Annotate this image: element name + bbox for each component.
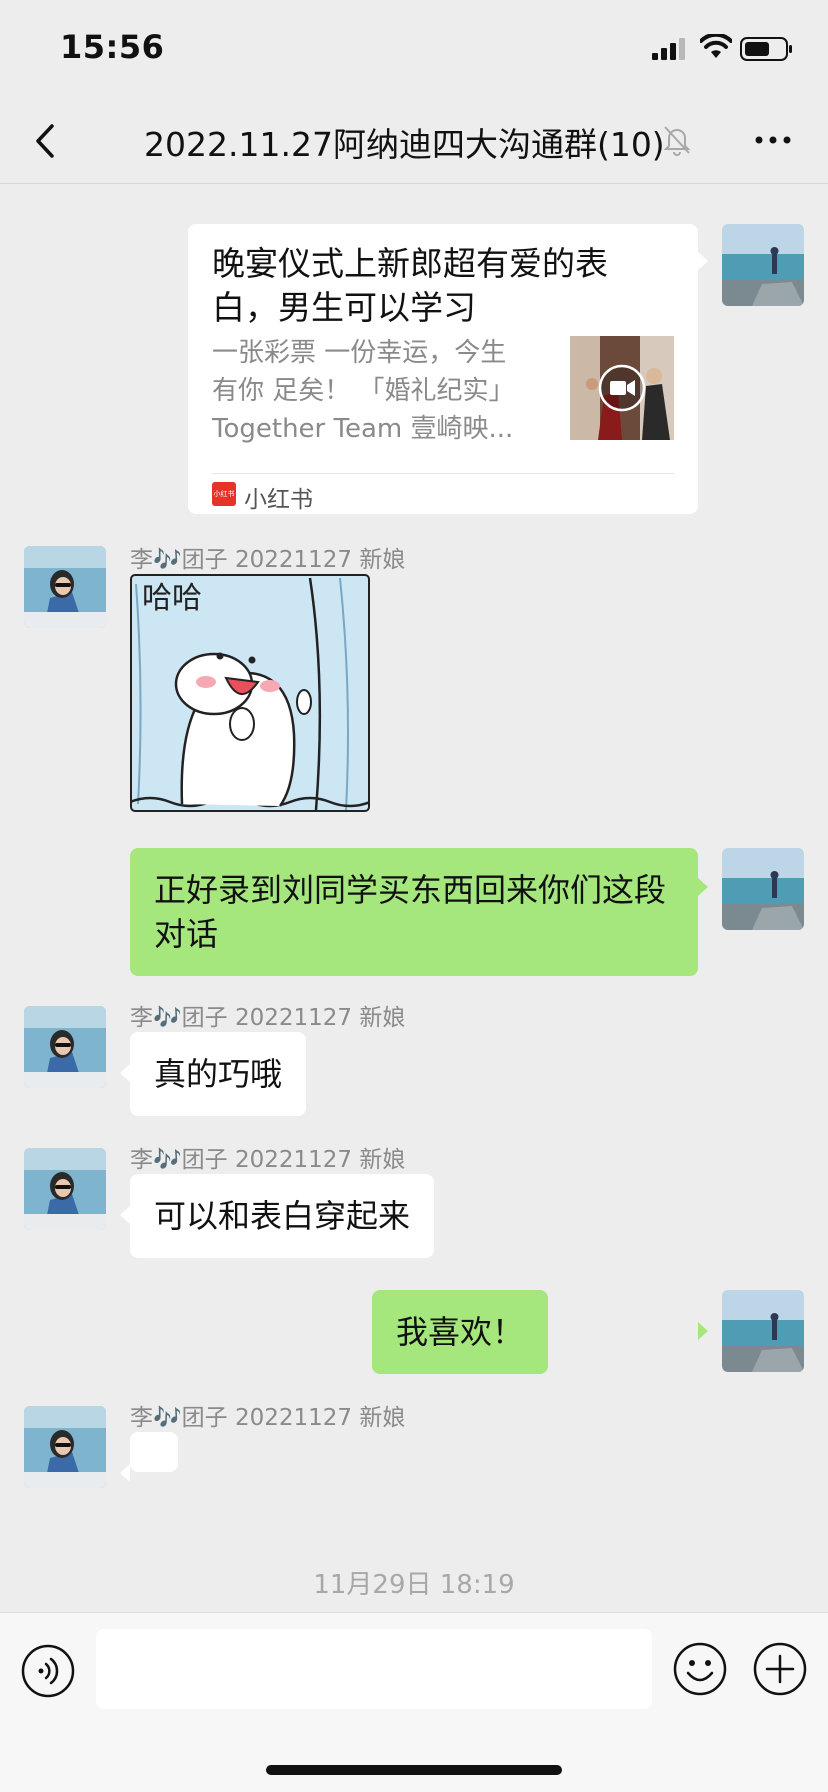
bubble-tail [120, 1464, 130, 1482]
message-text: 真的巧哦 [154, 1055, 283, 1093]
sender-avatar[interactable] [24, 1406, 106, 1488]
incoming-message-bubble[interactable]: 真的巧哦 [130, 1032, 307, 1116]
outgoing-message-bubble[interactable]: 我喜欢！ [372, 1290, 549, 1374]
battery-icon [740, 37, 792, 61]
sender-avatar[interactable] [24, 1006, 106, 1088]
voice-icon[interactable] [20, 1643, 76, 1699]
message-input[interactable] [96, 1629, 652, 1709]
more-icon[interactable] [748, 120, 798, 160]
my-avatar[interactable] [722, 848, 804, 930]
outgoing-message-bubble[interactable]: 正好录到刘同学买东西回来你们这段对话 [130, 848, 698, 976]
sender-name: 李🎶团子 20221127 新娘 [130, 1405, 406, 1431]
my-avatar[interactable] [722, 1290, 804, 1372]
plus-icon[interactable] [752, 1641, 808, 1697]
back-icon[interactable] [22, 116, 72, 166]
link-card-source: 小红书 [244, 487, 313, 513]
link-card-thumbnail [570, 336, 674, 440]
message-text: 可以和表白穿起来 [154, 1197, 411, 1235]
avatar-image [722, 1290, 804, 1372]
link-card-divider [212, 473, 674, 474]
xiaohongshu-logo-icon: 小红书 [212, 482, 236, 506]
mute-bell-icon [663, 126, 691, 156]
sender-avatar[interactable] [24, 1148, 106, 1230]
avatar-image [24, 546, 106, 628]
status-time: 15:56 [60, 28, 165, 66]
home-indicator [266, 1765, 562, 1775]
avatar-image [722, 224, 804, 306]
bubble-tail [698, 1322, 708, 1340]
bubble-tail [698, 878, 708, 896]
sender-avatar[interactable] [24, 546, 106, 628]
bubble-tail [698, 252, 708, 270]
my-avatar[interactable] [722, 224, 804, 306]
sender-name: 李🎶团子 20221127 新娘 [130, 547, 406, 573]
sticker-message[interactable]: 哈哈 [129, 574, 371, 812]
link-card-description: 一张彩票 一份幸运，今生有你 足矣！ 「婚礼纪实」Together Team 壹… [212, 338, 515, 444]
wifi-icon [700, 34, 732, 58]
bubble-tail [120, 1206, 130, 1224]
avatar-image [722, 848, 804, 930]
sticker-text: 哈哈 [142, 581, 202, 616]
timestamp-divider: 11月29日 18:19 [313, 1570, 515, 1600]
status-bar: 15:56 [0, 0, 828, 96]
incoming-message-bubble[interactable] [130, 1432, 178, 1472]
avatar-image [24, 1006, 106, 1088]
incoming-message-bubble[interactable]: 可以和表白穿起来 [130, 1174, 435, 1258]
input-bar [0, 1612, 828, 1792]
video-play-icon [598, 364, 646, 412]
avatar-image [24, 1148, 106, 1230]
link-card-title: 晚宴仪式上新郎超有爱的表白，男生可以学习 [212, 244, 608, 327]
cellular-signal-icon [652, 38, 685, 60]
message-text: 正好录到刘同学买东西回来你们这段对话 [154, 871, 667, 953]
sender-name: 李🎶团子 20221127 新娘 [130, 1147, 406, 1173]
avatar-image [24, 1406, 106, 1488]
link-card-message[interactable]: 晚宴仪式上新郎超有爱的表白，男生可以学习 一张彩票 一份幸运，今生有你 足矣！ … [188, 224, 698, 514]
chat-title: 2022.11.27阿纳迪四大沟通群(10) [144, 125, 665, 164]
sticker-image: 哈哈 [129, 574, 371, 812]
bubble-tail [120, 1064, 130, 1082]
message-text: 我喜欢！ [396, 1313, 525, 1351]
emoji-icon[interactable] [672, 1641, 728, 1697]
sender-name: 李🎶团子 20221127 新娘 [130, 1005, 406, 1031]
nav-bar: 2022.11.27阿纳迪四大沟通群(10) [0, 96, 828, 184]
